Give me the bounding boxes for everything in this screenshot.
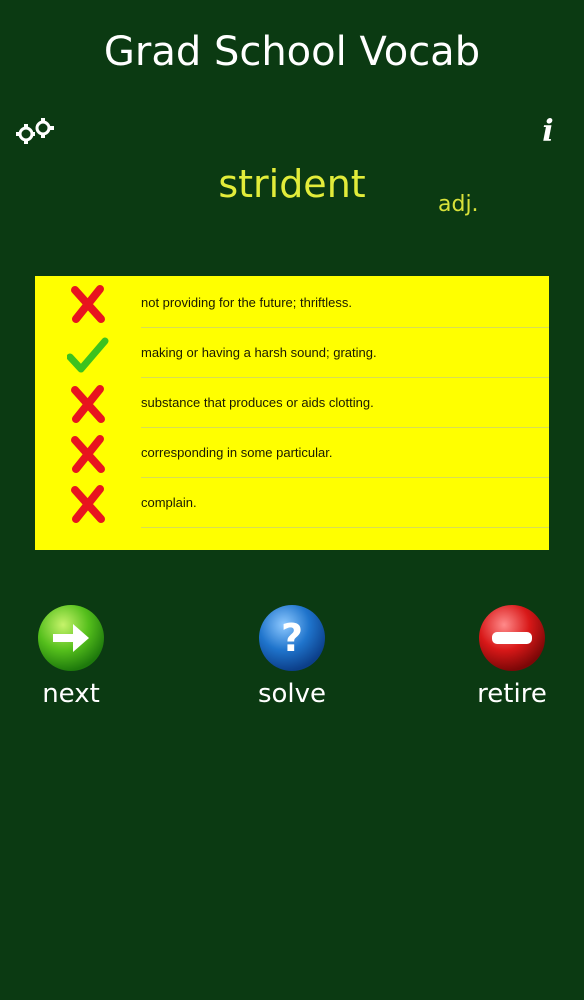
svg-text:?: ?: [281, 616, 303, 660]
next-button[interactable]: next: [16, 604, 126, 712]
answer-choice[interactable]: complain.: [35, 478, 549, 528]
next-label: next: [42, 679, 100, 709]
red-x-icon: [71, 485, 105, 523]
answer-text: corresponding in some particular.: [141, 445, 333, 460]
green-arrow-icon: [38, 605, 104, 671]
info-button[interactable]: i: [536, 112, 560, 152]
retire-button[interactable]: retire: [457, 604, 567, 712]
answer-text: complain.: [141, 495, 197, 510]
answer-choice[interactable]: making or having a harsh sound; grating.: [35, 328, 549, 378]
answer-text: substance that produces or aids clotting…: [141, 395, 374, 410]
solve-button[interactable]: ? solve: [237, 604, 347, 712]
answer-choice[interactable]: corresponding in some particular.: [35, 428, 549, 478]
answer-choice[interactable]: not providing for the future; thriftless…: [35, 278, 549, 328]
gears-icon: [16, 118, 54, 144]
red-minus-icon: [479, 605, 545, 671]
vocab-word: strident: [218, 162, 366, 206]
answer-choice[interactable]: substance that produces or aids clotting…: [35, 378, 549, 428]
divider: [141, 527, 549, 528]
answer-choices: not providing for the future; thriftless…: [35, 276, 549, 550]
answer-text: not providing for the future; thriftless…: [141, 295, 352, 310]
answer-text: making or having a harsh sound; grating.: [141, 345, 377, 360]
blue-question-icon: ?: [259, 605, 325, 671]
red-x-icon: [71, 285, 105, 323]
solve-label: solve: [257, 679, 327, 709]
part-of-speech: adj.: [438, 192, 479, 217]
settings-button[interactable]: [16, 118, 54, 144]
green-check-icon: [67, 337, 109, 373]
red-x-icon: [71, 385, 105, 423]
red-x-icon: [71, 435, 105, 473]
retire-label: retire: [477, 679, 547, 709]
info-icon: i: [542, 114, 554, 149]
app-title: Grad School Vocab: [103, 29, 481, 75]
